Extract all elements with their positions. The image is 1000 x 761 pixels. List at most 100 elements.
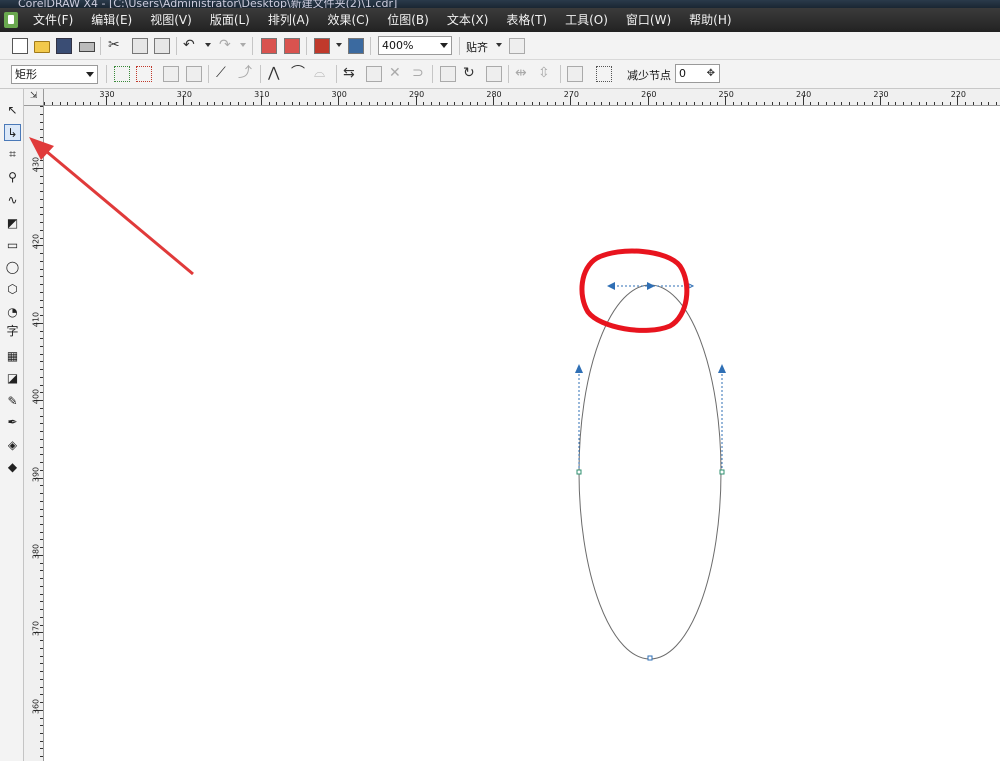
selection-mode-combo[interactable]: 矩形 [11,65,98,84]
eyedropper-tool[interactable]: ✎ [4,392,21,409]
ruler-tick [40,671,43,672]
print-icon[interactable] [79,42,95,52]
drawing-canvas[interactable] [45,107,1000,761]
horizontal-ruler[interactable]: 330 320 310 300 290 280 270 260 250 240 230 220 [44,89,1000,106]
snap-to-label[interactable]: 贴齐 [466,39,488,55]
redo-icon[interactable]: ↷ [219,36,231,54]
ruler-label: 360 [31,698,41,714]
toolbar-separator [370,37,371,55]
paste-icon[interactable] [154,38,170,54]
reduce-nodes-spinner[interactable]: 0 ✥ [675,64,720,83]
polygon-tool[interactable]: ⬡ [4,280,21,297]
table-icon: ▦ [6,348,19,363]
shape-tool-icon: ↳ [7,125,18,140]
toolbar-separator [560,65,561,83]
ellipse-tool[interactable]: ◯ [4,258,21,275]
reverse-direction-icon[interactable]: ⇆ [343,64,355,82]
menu-window[interactable]: 窗口(W) [617,8,680,32]
ruler-tick [291,102,293,105]
smooth-node-icon[interactable]: ⌒ [291,64,305,82]
spinner-arrows-icon[interactable]: ✥ [707,65,715,83]
export-icon[interactable] [284,38,300,54]
menu-bitmaps[interactable]: 位图(B) [378,8,438,32]
rectangle-icon: ▭ [6,237,19,252]
basic-shapes-tool[interactable]: ◔ [4,303,21,320]
ruler-tick [40,183,43,185]
extend-curve-icon[interactable] [366,66,382,82]
menu-arrange[interactable]: 排列(A) [259,8,319,32]
menu-edit[interactable]: 编辑(E) [82,8,141,32]
redo-dropdown-icon[interactable] [240,43,246,47]
break-curve-icon[interactable] [186,66,202,82]
zoom-level-combo[interactable]: 400% [378,36,452,55]
import-icon[interactable] [261,38,277,54]
menu-text[interactable]: 文本(X) [438,8,498,32]
align-nodes-icon[interactable] [486,66,502,82]
ruler-tick [965,102,967,105]
stretch-nodes-icon[interactable] [440,66,456,82]
new-document-icon[interactable] [12,38,28,54]
save-icon[interactable] [56,38,72,54]
ruler-origin[interactable]: ⇲ [24,89,44,106]
crop-icon: ⌗ [9,147,16,161]
delete-node-icon[interactable] [136,66,152,82]
table-tool[interactable]: ▦ [4,347,21,364]
text-tool[interactable]: 字 [4,322,21,339]
to-line-icon[interactable]: ⟋ [216,64,226,82]
interactive-fill-tool[interactable]: ◆ [4,458,21,475]
extract-subpath-icon[interactable]: ✕ [389,64,401,82]
ruler-tick [59,102,61,105]
to-curve-icon[interactable]: ⤴ [238,64,252,82]
menu-view[interactable]: 视图(V) [141,8,201,32]
welcome-screen-icon[interactable] [348,38,364,54]
auto-close-icon[interactable]: ⊃ [412,64,424,82]
rotate-nodes-icon[interactable]: ↻ [463,64,475,82]
horizontal-reflect-icon[interactable]: ⇹ [515,64,527,82]
undo-dropdown-icon[interactable] [205,43,211,47]
ruler-tick [345,102,347,105]
zoom-tool[interactable]: ⚲ [4,168,21,185]
symmetrical-node-icon[interactable]: ⌓ [314,64,325,82]
smart-fill-tool[interactable]: ◩ [4,214,21,231]
coreldraw-app-icon[interactable] [4,12,18,28]
add-node-icon[interactable] [114,66,130,82]
ruler-label: 380 [31,543,41,560]
menu-file[interactable]: 文件(F) [24,8,82,32]
freehand-tool[interactable]: ∿ [4,191,21,208]
application-launcher-icon[interactable] [314,38,330,54]
ruler-tick [40,748,43,750]
menu-table[interactable]: 表格(T) [497,8,556,32]
join-nodes-icon[interactable] [163,66,179,82]
launcher-dropdown-icon[interactable] [336,43,342,47]
vertical-ruler[interactable]: 430 420 410 400 390 380 370 360 [24,106,44,761]
cusp-node-icon[interactable]: ⋀ [268,64,279,82]
ruler-tick [253,102,254,105]
ruler-tick [40,253,43,255]
select-all-nodes-icon[interactable] [596,66,612,82]
rectangle-tool[interactable]: ▭ [4,236,21,253]
fill-tool[interactable]: ◈ [4,436,21,453]
snap-dropdown-icon[interactable] [496,43,502,47]
outline-tool[interactable]: ✒ [4,413,21,430]
cut-icon[interactable]: ✂ [108,36,120,54]
ruler-tick [616,102,618,105]
options-icon[interactable] [509,38,525,54]
ruler-tick [40,423,43,425]
crop-tool[interactable]: ⌗ [4,146,21,163]
ruler-tick [40,369,43,371]
menu-help[interactable]: 帮助(H) [680,8,740,32]
shape-tool[interactable]: ↳ [4,124,21,141]
interactive-tool[interactable]: ◪ [4,369,21,386]
open-folder-icon[interactable] [34,41,50,53]
ruler-tick [40,106,43,107]
menu-layout[interactable]: 版面(L) [201,8,259,32]
menu-tools[interactable]: 工具(O) [556,8,617,32]
copy-icon[interactable] [132,38,148,54]
pick-tool[interactable]: ↖ [4,101,21,118]
elastic-mode-icon[interactable] [567,66,583,82]
ruler-tick [144,102,146,105]
menu-effects[interactable]: 效果(C) [318,8,378,32]
undo-icon[interactable]: ↶ [183,36,195,54]
vertical-reflect-icon[interactable]: ⇳ [538,64,550,82]
ruler-tick [160,102,162,105]
